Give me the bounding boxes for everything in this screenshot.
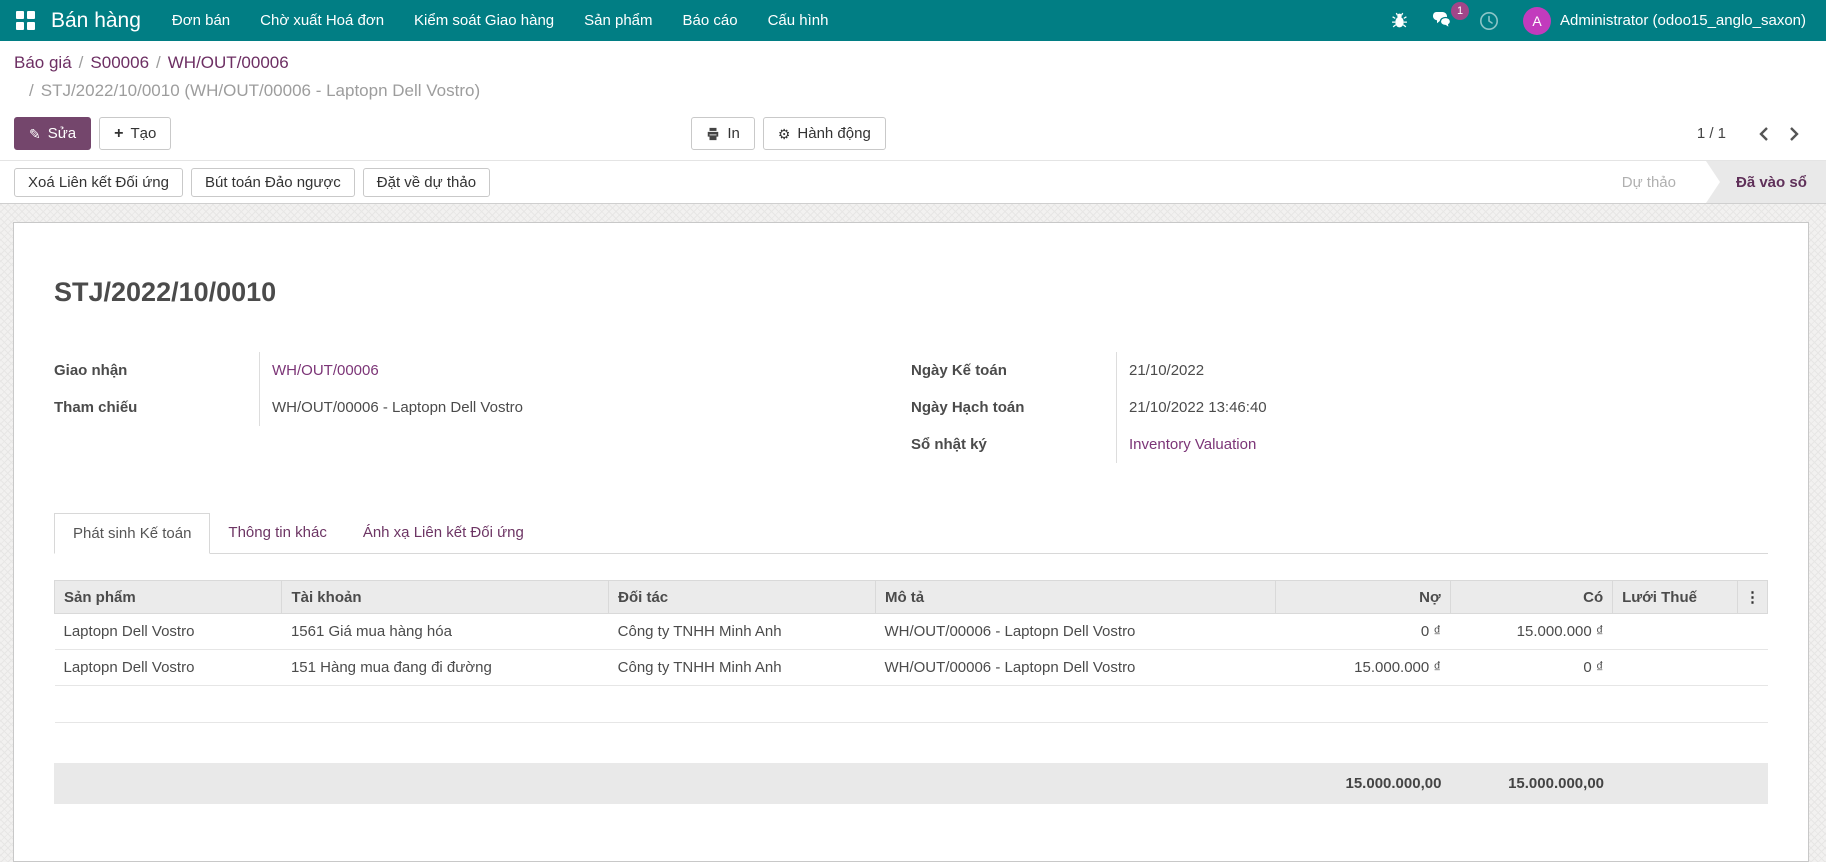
breadcrumb-separator: / [22, 81, 41, 100]
cell-debit: 0 ₫ [1276, 614, 1450, 650]
gear-icon: ⚙ [778, 127, 791, 141]
col-header-credit[interactable]: Có [1450, 581, 1612, 614]
notebook-tabs: Phát sinh Kế toán Thông tin khác Ánh xạ … [54, 513, 1768, 554]
field-value-delivery[interactable]: WH/OUT/00006 [259, 352, 911, 389]
field-value-reference: WH/OUT/00006 - Laptopn Dell Vostro [259, 389, 911, 426]
cell-partner: Công ty TNHH Minh Anh [609, 614, 876, 650]
empty-table-row [55, 686, 1768, 723]
pencil-icon: ✎ [29, 127, 41, 141]
edit-button[interactable]: ✎ Sửa [14, 117, 91, 150]
col-header-account[interactable]: Tài khoản [282, 581, 609, 614]
action-button[interactable]: ⚙ Hành động [763, 117, 886, 150]
messages-chat-icon[interactable]: 1 [1420, 0, 1467, 41]
field-label-journal: Sổ nhật ký [911, 426, 1116, 463]
nav-item-orders[interactable]: Đơn bán [157, 0, 245, 41]
app-name[interactable]: Bán hàng [45, 9, 157, 33]
top-navbar: Bán hàng Đơn bán Chờ xuất Hoá đơn Kiểm s… [0, 0, 1826, 41]
tab-journal-items[interactable]: Phát sinh Kế toán [54, 513, 210, 554]
pager-count: 1 / 1 [1697, 125, 1748, 142]
pager-previous-icon[interactable] [1748, 122, 1779, 146]
total-debit: 15.000.000,00 [1276, 763, 1451, 804]
reverse-entry-button[interactable]: Bút toán Đảo ngược [191, 168, 355, 197]
cell-debit: 15.000.000 ₫ [1276, 650, 1450, 686]
nav-item-configuration[interactable]: Cấu hình [753, 0, 844, 41]
cell-account: 151 Hàng mua đang đi đường [282, 650, 609, 686]
col-header-product[interactable]: Sản phẩm [55, 581, 282, 614]
status-steps: Dự thảo Đã vào sổ [1592, 161, 1826, 203]
print-button-label: In [727, 125, 740, 142]
tab-other-info[interactable]: Thông tin khác [210, 513, 344, 554]
field-label-delivery: Giao nhận [54, 352, 259, 389]
breadcrumb-delivery[interactable]: WH/OUT/00006 [168, 53, 289, 72]
status-posted[interactable]: Đã vào sổ [1706, 161, 1826, 203]
field-value-posting-date: 21/10/2022 13:46:40 [1116, 389, 1768, 426]
cell-tax-grid [1613, 650, 1738, 686]
edit-button-label: Sửa [48, 125, 76, 142]
statusbar: Xoá Liên kết Đối ứng Bút toán Đảo ngược … [0, 160, 1826, 204]
breadcrumb-separator: / [72, 53, 91, 72]
breadcrumb-separator: / [149, 53, 168, 72]
nav-item-delivery-control[interactable]: Kiểm soát Giao hàng [399, 0, 569, 41]
form-view-background: STJ/2022/10/0010 Giao nhận WH/OUT/00006 … [0, 204, 1826, 862]
field-group-right: Ngày Kế toán 21/10/2022 Ngày Hạch toán 2… [911, 352, 1768, 463]
cell-label: WH/OUT/00006 - Laptopn Dell Vostro [875, 650, 1275, 686]
print-button[interactable]: In [691, 117, 755, 150]
breadcrumb-quotations[interactable]: Báo giá [14, 53, 72, 72]
user-avatar[interactable]: A [1523, 7, 1551, 35]
plus-icon: + [114, 126, 123, 142]
table-row[interactable]: Laptopn Dell Vostro 1561 Giá mua hàng hó… [55, 614, 1768, 650]
table-row[interactable]: Laptopn Dell Vostro 151 Hàng mua đang đi… [55, 650, 1768, 686]
form-sheet: STJ/2022/10/0010 Giao nhận WH/OUT/00006 … [13, 222, 1809, 862]
user-menu[interactable]: Administrator (odoo15_anglo_saxon) [1560, 12, 1816, 29]
col-header-label[interactable]: Mô tả [875, 581, 1275, 614]
create-button[interactable]: + Tạo [99, 117, 171, 150]
totals-row: 15.000.000,00 15.000.000,00 [54, 763, 1768, 804]
journal-items-table: Sản phẩm Tài khoản Đối tác Mô tả Nợ Có L… [54, 580, 1768, 723]
field-label-reference: Tham chiếu [54, 389, 259, 426]
cell-partner: Công ty TNHH Minh Anh [609, 650, 876, 686]
cell-product: Laptopn Dell Vostro [55, 650, 282, 686]
pager-next-icon[interactable] [1779, 122, 1810, 146]
activities-clock-icon[interactable] [1467, 0, 1511, 41]
field-value-journal[interactable]: Inventory Valuation [1116, 426, 1768, 463]
field-group-left: Giao nhận WH/OUT/00006 Tham chiếu WH/OUT… [54, 352, 911, 463]
col-header-debit[interactable]: Nợ [1276, 581, 1450, 614]
totals-table: 15.000.000,00 15.000.000,00 [54, 763, 1768, 804]
cell-tax-grid [1613, 614, 1738, 650]
total-credit: 15.000.000,00 [1450, 763, 1613, 804]
breadcrumb-current: STJ/2022/10/0010 (WH/OUT/00006 - Laptopn… [41, 81, 480, 100]
cell-account: 1561 Giá mua hàng hóa [282, 614, 609, 650]
nav-item-reporting[interactable]: Báo cáo [668, 0, 753, 41]
record-title: STJ/2022/10/0010 [54, 223, 1768, 308]
breadcrumb-sale-order[interactable]: S00006 [90, 53, 149, 72]
field-label-accounting-date: Ngày Kế toán [911, 352, 1116, 389]
column-options-icon[interactable]: ⋮ [1738, 581, 1768, 614]
control-panel: Báo giá/S00006/WH/OUT/00006 /STJ/2022/10… [0, 41, 1826, 160]
navbar-right: 1 A Administrator (odoo15_anglo_saxon) [1379, 0, 1816, 41]
table-header-row: Sản phẩm Tài khoản Đối tác Mô tả Nợ Có L… [55, 581, 1768, 614]
cell-credit: 0 ₫ [1450, 650, 1612, 686]
field-value-accounting-date: 21/10/2022 [1116, 352, 1768, 389]
col-header-partner[interactable]: Đối tác [609, 581, 876, 614]
printer-icon [706, 127, 720, 141]
cell-credit: 15.000.000 ₫ [1450, 614, 1612, 650]
reset-to-draft-button[interactable]: Đặt về dự thảo [363, 168, 490, 197]
cell-label: WH/OUT/00006 - Laptopn Dell Vostro [875, 614, 1275, 650]
cell-product: Laptopn Dell Vostro [55, 614, 282, 650]
toolbar: ✎ Sửa + Tạo In ⚙ Hành động [14, 117, 1810, 150]
debug-bug-icon[interactable] [1379, 0, 1420, 41]
field-label-posting-date: Ngày Hạch toán [911, 389, 1116, 426]
apps-grid-icon[interactable] [16, 11, 35, 30]
tab-reconciliation-mapping[interactable]: Ánh xạ Liên kết Đối ứng [345, 513, 542, 554]
nav-item-products[interactable]: Sản phẩm [569, 0, 667, 41]
unreconcile-button[interactable]: Xoá Liên kết Đối ứng [14, 168, 183, 197]
action-button-label: Hành động [797, 125, 870, 142]
create-button-label: Tạo [130, 125, 156, 142]
nav-item-to-invoice[interactable]: Chờ xuất Hoá đơn [245, 0, 399, 41]
col-header-tax-grid[interactable]: Lưới Thuế [1613, 581, 1738, 614]
breadcrumb: Báo giá/S00006/WH/OUT/00006 /STJ/2022/10… [14, 49, 1810, 105]
field-groups: Giao nhận WH/OUT/00006 Tham chiếu WH/OUT… [54, 352, 1768, 463]
status-draft[interactable]: Dự thảo [1592, 161, 1706, 203]
pager: 1 / 1 [1697, 122, 1810, 146]
